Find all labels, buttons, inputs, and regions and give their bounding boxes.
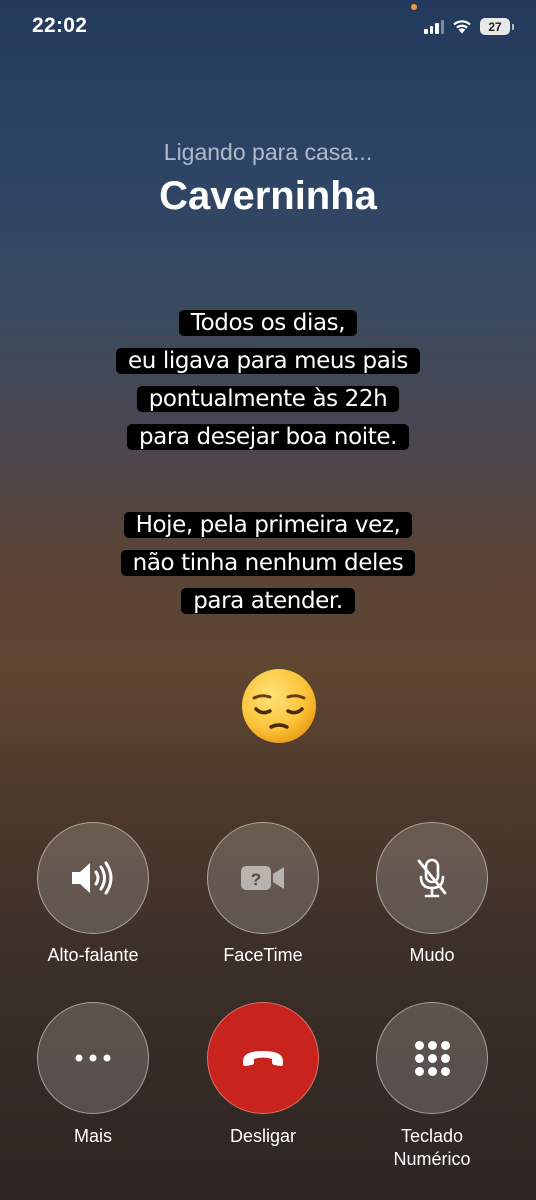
caption-1-line: eu ligava para meus pais (128, 348, 408, 374)
caption-2-text: Hoje, pela primeira vez, não tinha nenhum… (120, 512, 416, 614)
keypad-icon (414, 1040, 450, 1076)
contact-name: Caverninha (159, 174, 377, 218)
caption-box-2: Hoje, pela primeira vez, não tinha nenhum… (0, 506, 536, 620)
caption-2-line: para atender. (193, 588, 343, 614)
end-call-button[interactable] (207, 1002, 319, 1114)
caption-1-line: para desejar boa noite. (138, 424, 398, 450)
caption-1-text: Todos os dias, eu ligava para meus pais po… (116, 310, 420, 450)
facetime-unavailable-icon: ? (241, 866, 284, 890)
status-icons: 27 (424, 18, 514, 35)
battery-icon: 27 (480, 18, 514, 35)
status-time: 22:02 (32, 14, 88, 37)
keypad-label: Teclado Numérico (347, 1125, 517, 1171)
wifi-icon (453, 20, 471, 34)
more-button[interactable] (37, 1002, 149, 1114)
call-status: Ligando para casa... (163, 139, 373, 165)
mute-button[interactable] (376, 822, 488, 934)
keypad-label-line1: Teclado (400, 1126, 464, 1146)
speaker-icon (72, 861, 113, 895)
phone-hangup-icon (243, 1051, 283, 1066)
caption-2-line: Hoje, pela primeira vez, (135, 512, 401, 538)
ellipsis-icon (75, 1054, 111, 1062)
keypad-button[interactable] (376, 1002, 488, 1114)
facetime-button[interactable]: ? (207, 822, 319, 934)
pensive-face-emoji-icon (242, 669, 316, 743)
caption-2-line: não tinha nenhum deles (132, 550, 404, 576)
speaker-label: Alto-falante (47, 945, 139, 965)
caption-1-line: pontualmente às 22h (148, 386, 388, 412)
speaker-button[interactable] (37, 822, 149, 934)
facetime-label: FaceTime (223, 945, 303, 965)
cellular-signal-icon (424, 19, 444, 34)
caption-1-line: Todos os dias, (190, 310, 346, 336)
end-call-label: Desligar (229, 1126, 297, 1146)
keypad-label-line2: Numérico (393, 1149, 471, 1169)
more-label: Mais (73, 1126, 112, 1146)
microphone-slash-icon (417, 858, 447, 898)
caption-box-1: Todos os dias, eu ligava para meus pais po… (0, 304, 536, 456)
privacy-indicator-dot (411, 4, 417, 10)
mute-label: Mudo (409, 945, 455, 965)
svg-text:?: ? (251, 870, 261, 889)
